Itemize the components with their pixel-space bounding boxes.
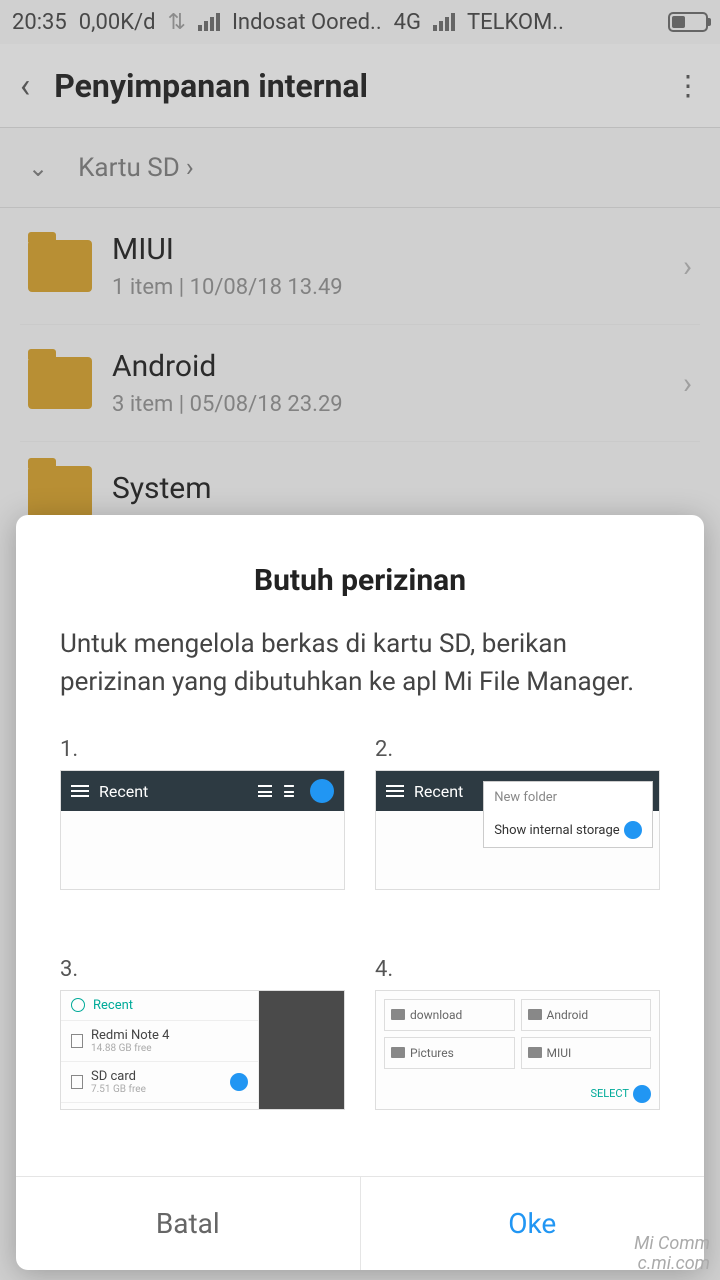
status-time: 20:35 (12, 10, 67, 35)
cancel-button[interactable]: Batal (16, 1177, 361, 1270)
permission-dialog: Butuh perizinan Untuk mengelola berkas d… (16, 515, 704, 1270)
step-1: 1. Recent (60, 737, 345, 936)
step-thumbnail: Recent (60, 770, 345, 890)
folder-icon (28, 357, 92, 409)
folder-icon (28, 466, 92, 518)
thumb-label: Recent (414, 782, 463, 801)
hamburger-icon (71, 790, 89, 792)
dialog-title: Butuh perizinan (16, 515, 704, 626)
thumb-sublabel: 14.88 GB free (91, 1043, 169, 1054)
folder-name: MIUI (112, 232, 683, 267)
folder-name: System (112, 471, 692, 506)
folder-icon (28, 240, 92, 292)
breadcrumb-label: Kartu SD (78, 153, 180, 183)
step-thumbnail: Recent New folder Show internal storage (375, 770, 660, 890)
folder-item[interactable]: Android 3 item | 05/08/18 23.29 › (20, 325, 700, 442)
step-number: 2. (375, 737, 660, 762)
step-thumbnail: download Android Pictures MIUI SELECT (375, 990, 660, 1110)
chevron-right-icon: › (186, 153, 194, 183)
folder-item[interactable]: MIUI 1 item | 10/08/18 13.49 › (20, 208, 700, 325)
thumb-label: Recent (93, 998, 133, 1013)
signal-icon (433, 13, 455, 31)
breadcrumb[interactable]: ⌄ Kartu SD › (0, 128, 720, 208)
dialog-body: Untuk mengelola berkas di kartu SD, beri… (16, 626, 704, 701)
highlight-dot-icon (624, 821, 642, 839)
folder-list: MIUI 1 item | 10/08/18 13.49 › Android 3… (0, 208, 720, 542)
status-network: 4G (394, 10, 421, 35)
clock-icon (71, 998, 85, 1012)
steps-grid: 1. Recent 2. Recent New fold (16, 701, 704, 1176)
chevron-right-icon: › (683, 249, 692, 284)
status-carrier2: TELKOM.. (467, 10, 564, 35)
sort-icon (284, 785, 294, 797)
more-menu-button[interactable]: ⋮ (674, 69, 700, 102)
thumb-label: download (410, 1008, 462, 1022)
thumb-label: Recent (99, 782, 148, 801)
list-icon (258, 785, 272, 797)
watermark: Mi Comm c.mi.com (634, 1234, 710, 1274)
menu-item-label: New folder (494, 790, 557, 805)
chevron-right-icon: › (683, 366, 692, 401)
folder-name: Android (112, 349, 683, 384)
battery-icon (668, 12, 708, 32)
thumb-label: MIUI (547, 1046, 572, 1060)
folder-icon (391, 1009, 405, 1020)
folder-icon (391, 1047, 405, 1058)
thumb-label: Pictures (410, 1046, 454, 1060)
step-thumbnail: Recent Redmi Note 414.88 GB free SD card… (60, 990, 345, 1110)
back-button[interactable]: ‹ (20, 66, 30, 106)
app-header: ‹ Penyimpanan internal ⋮ (0, 44, 720, 128)
signal-icon (198, 13, 220, 31)
popup-menu: New folder Show internal storage (483, 781, 653, 848)
updown-icon: ⇅ (168, 10, 186, 35)
folder-icon (528, 1047, 542, 1058)
thumb-sublabel: 7.51 GB free (91, 1084, 146, 1095)
status-carrier1: Indosat Oored.. (232, 10, 382, 35)
thumb-label: Redmi Note 4 (91, 1028, 169, 1043)
phone-icon (71, 1034, 83, 1048)
step-3: 3. Recent Redmi Note 414.88 GB free SD c… (60, 957, 345, 1156)
thumb-label: SELECT (590, 1087, 629, 1100)
step-number: 3. (60, 957, 345, 982)
highlight-dot-icon (633, 1085, 651, 1103)
highlight-dot-icon (310, 779, 334, 803)
menu-item-label: Show internal storage (494, 823, 619, 838)
step-2: 2. Recent New folder Show internal stora… (375, 737, 660, 936)
status-bar: 20:35 0,00K/d ⇅ Indosat Oored.. 4G TELKO… (0, 0, 720, 44)
thumb-label: Android (547, 1008, 589, 1022)
step-number: 4. (375, 957, 660, 982)
highlight-dot-icon (230, 1073, 248, 1091)
status-data-rate: 0,00K/d (79, 10, 156, 35)
step-number: 1. (60, 737, 345, 762)
folder-meta: 3 item | 05/08/18 23.29 (112, 392, 683, 417)
thumb-label: SD card (91, 1069, 136, 1084)
chevron-down-icon: ⌄ (28, 154, 48, 182)
step-4: 4. download Android Pictures MIUI SELECT (375, 957, 660, 1156)
page-title: Penyimpanan internal (54, 67, 368, 105)
folder-icon (528, 1009, 542, 1020)
sd-icon (71, 1075, 83, 1089)
hamburger-icon (386, 790, 404, 792)
dialog-actions: Batal Oke (16, 1176, 704, 1270)
folder-meta: 1 item | 10/08/18 13.49 (112, 275, 683, 300)
